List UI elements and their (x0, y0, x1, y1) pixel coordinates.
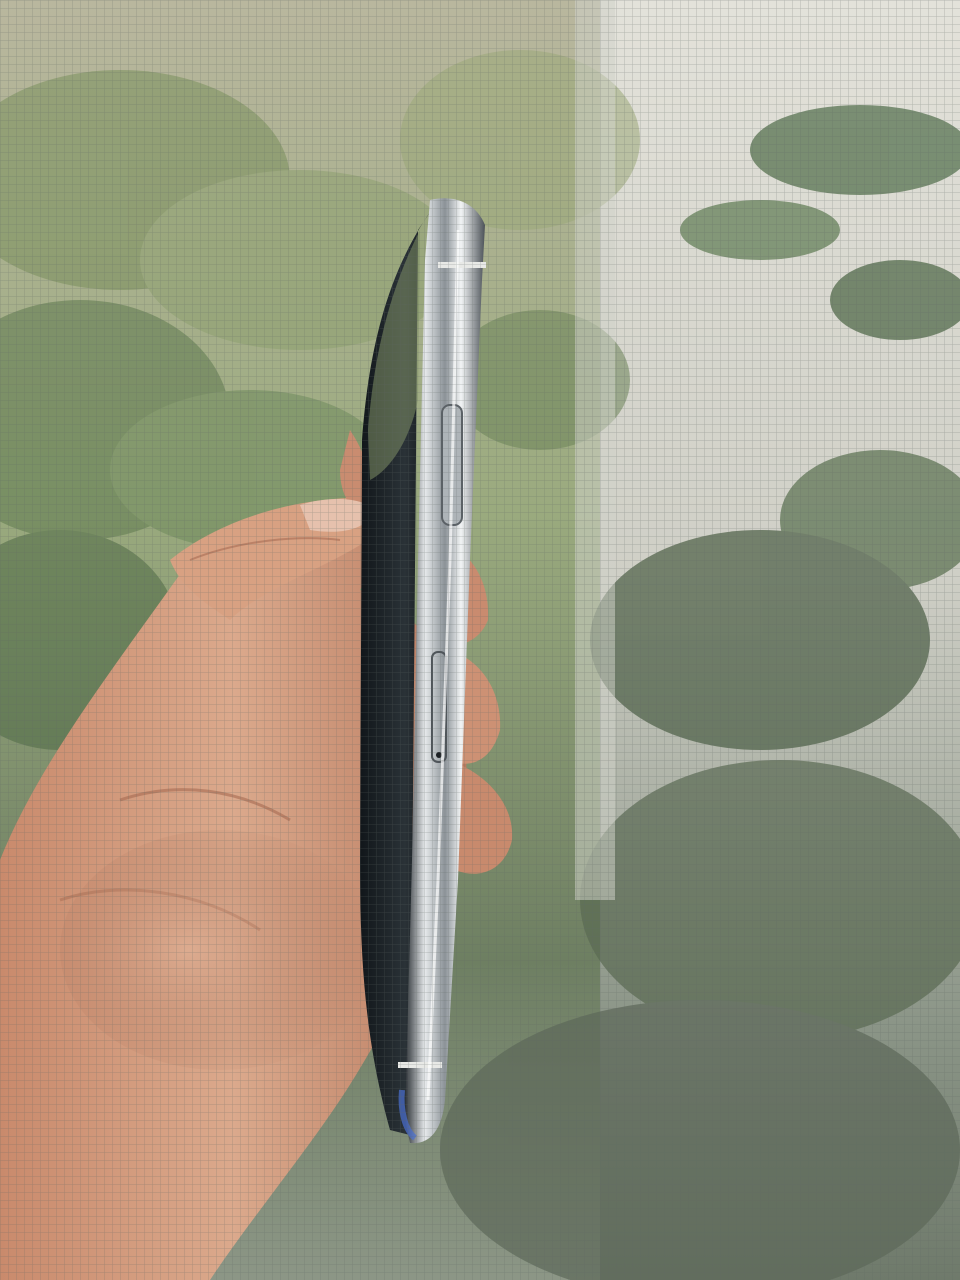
photo-illustration (0, 0, 960, 1280)
screen-mesh-overlay (0, 0, 960, 1280)
photo-scene (0, 0, 960, 1280)
